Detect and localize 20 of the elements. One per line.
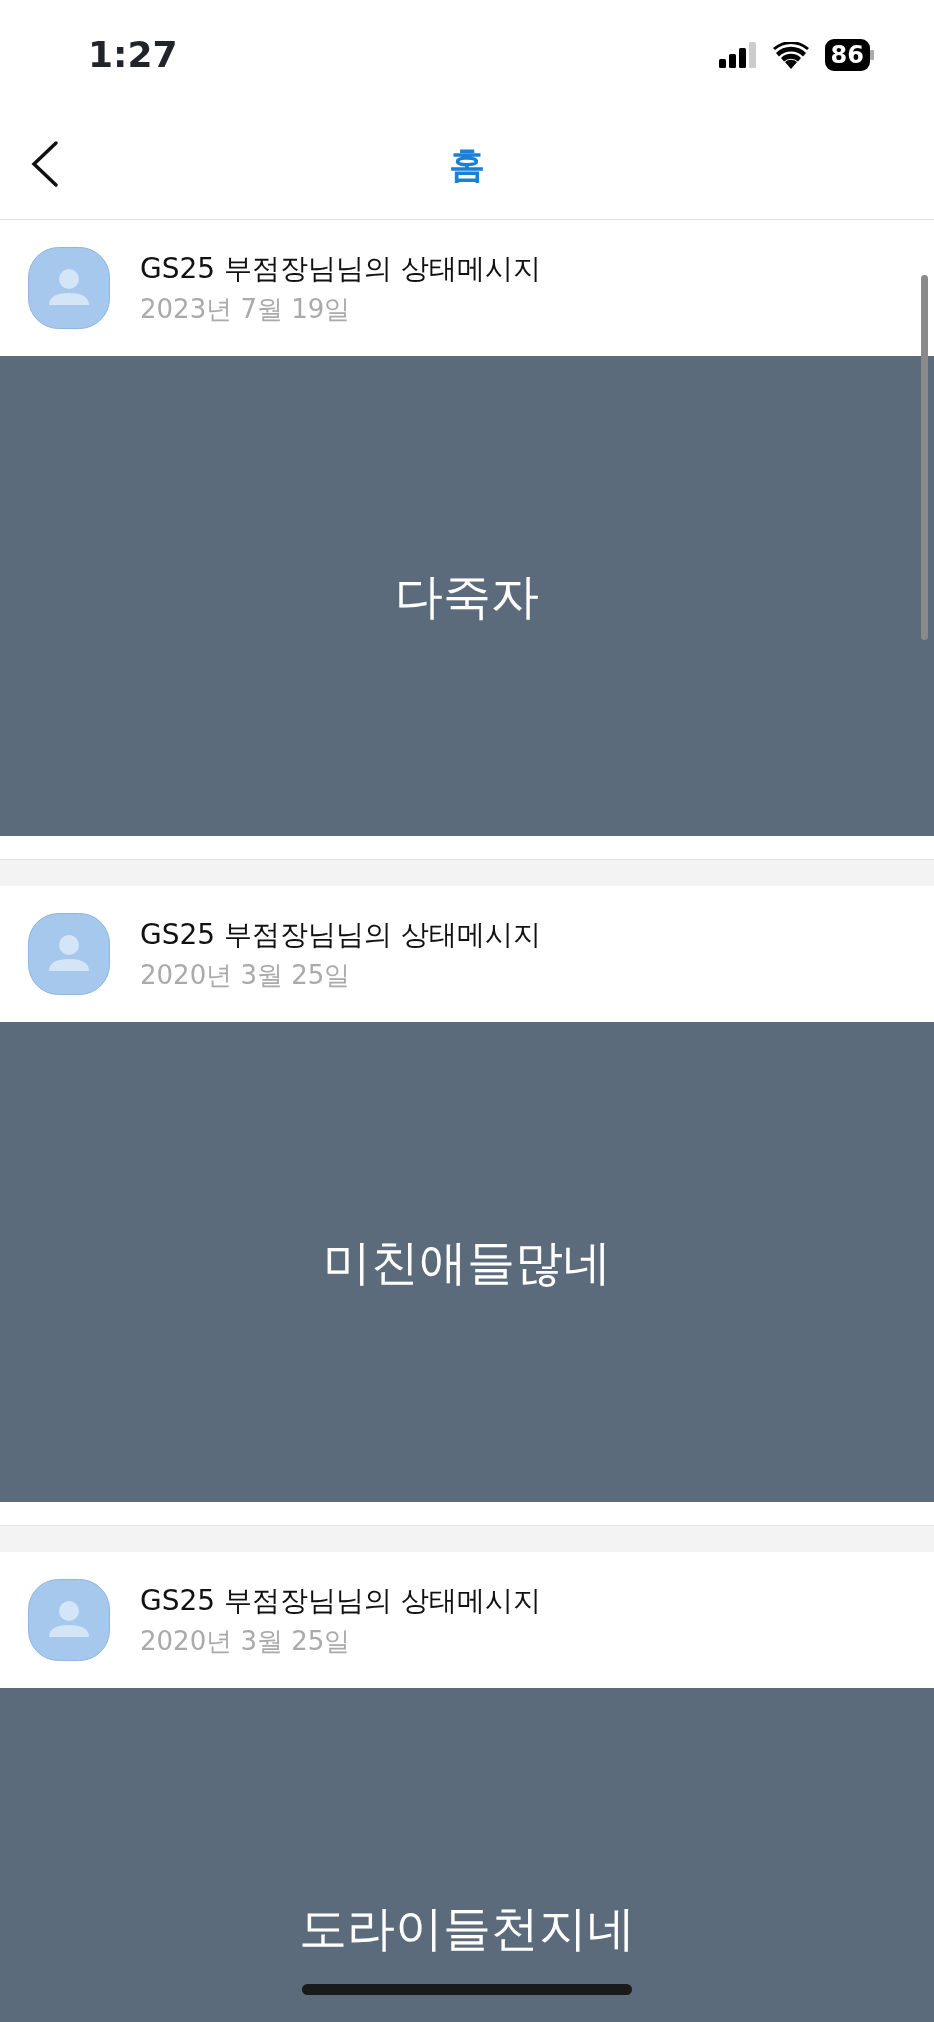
post-date: 2020년 3월 25일 <box>140 1624 352 1658</box>
avatar-icon[interactable] <box>28 913 110 995</box>
post-date: 2020년 3월 25일 <box>140 958 352 992</box>
author-name: GS25 부점장님님의 상태메시지 <box>140 1582 541 1619</box>
battery-level: 86 <box>824 39 870 71</box>
author-name: GS25 부점장님님의 상태메시지 <box>140 916 541 953</box>
status-message: 미친애들많네 <box>323 1233 611 1292</box>
avatar-icon[interactable] <box>28 1579 110 1661</box>
back-button[interactable] <box>30 140 60 188</box>
battery-tip-icon <box>870 50 874 60</box>
status-message: 다죽자 <box>395 567 539 626</box>
author-name: GS25 부점장님님의 상태메시지 <box>140 250 541 287</box>
avatar-icon[interactable] <box>28 247 110 329</box>
home-indicator[interactable] <box>302 1984 632 1995</box>
status-time: 1:27 <box>88 33 178 77</box>
post-date: 2023년 7월 19일 <box>140 292 352 326</box>
page-title: 홈 <box>449 142 485 187</box>
wifi-icon <box>772 41 809 69</box>
signal-icon <box>718 42 757 68</box>
status-message: 도라이들천지네 <box>299 1899 635 1958</box>
